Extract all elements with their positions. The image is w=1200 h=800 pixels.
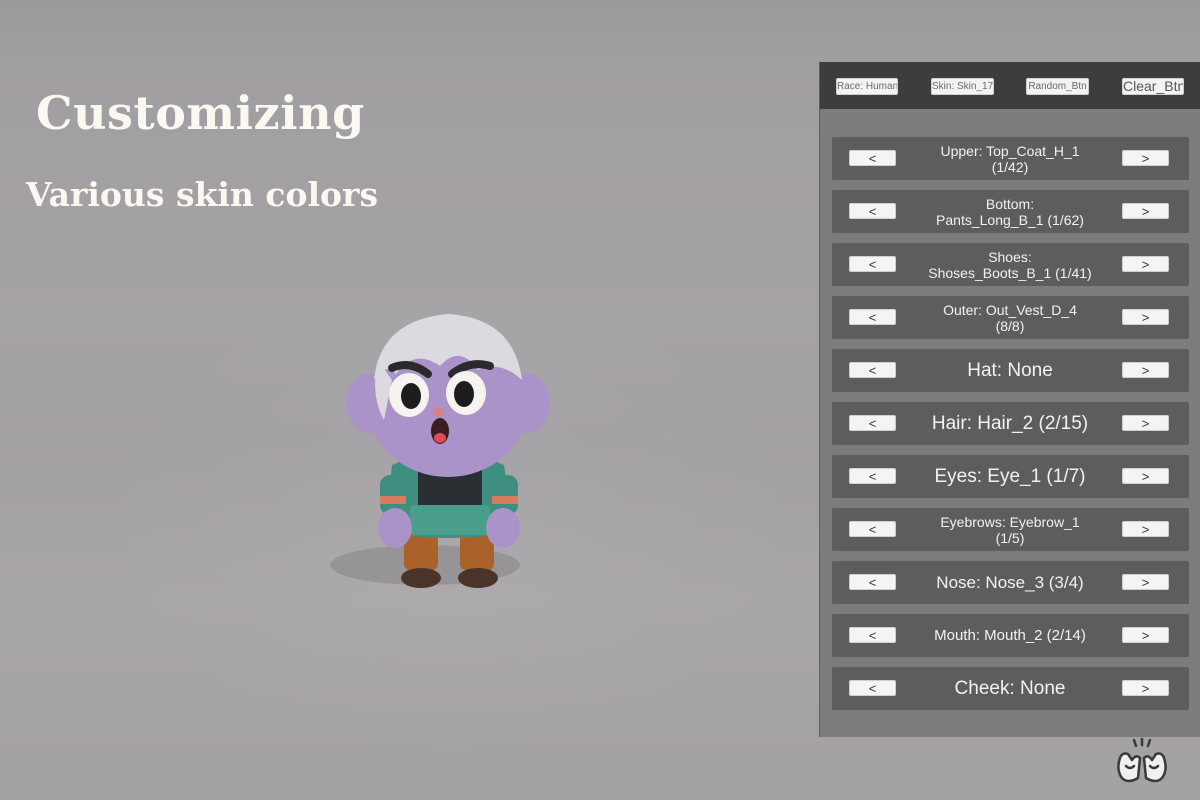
character-left-pupil xyxy=(401,383,421,409)
shoes-label: Shoes: Shoses_Boots_B_1 (1/41) xyxy=(928,248,1092,281)
outer-prev-button[interactable]: < xyxy=(849,309,896,325)
hair-row: < Hair: Hair_2 (2/15) > xyxy=(832,402,1189,445)
outer-row: < Outer: Out_Vest_D_4 (8/8) > xyxy=(832,296,1189,339)
character-coat-bottom xyxy=(410,505,490,535)
bottom-label: Bottom: Pants_Long_B_1 (1/62) xyxy=(936,195,1084,228)
subheadline: Various skin colors xyxy=(26,175,379,214)
upper-row: < Upper: Top_Coat_H_1 (1/42) > xyxy=(832,137,1189,180)
skin-button[interactable]: Skin: Skin_17 xyxy=(931,78,994,95)
character-right-hand xyxy=(486,508,520,548)
eyes-prev-button[interactable]: < xyxy=(849,468,896,484)
character-tongue xyxy=(434,433,446,443)
hat-label: Hat: None xyxy=(967,359,1053,381)
hair-prev-button[interactable]: < xyxy=(849,415,896,431)
character-nose xyxy=(433,407,443,417)
eyebrows-row: < Eyebrows: Eyebrow_1 (1/5) > xyxy=(832,508,1189,551)
hair-label: Hair: Hair_2 (2/15) xyxy=(931,412,1089,434)
shoes-row: < Shoes: Shoses_Boots_B_1 (1/41) > xyxy=(832,243,1189,286)
eyebrows-prev-button[interactable]: < xyxy=(849,521,896,537)
eyes-next-button[interactable]: > xyxy=(1122,468,1169,484)
mouth-prev-button[interactable]: < xyxy=(849,627,896,643)
nose-next-button[interactable]: > xyxy=(1122,574,1169,590)
hat-row: < Hat: None > xyxy=(832,349,1189,392)
hat-next-button[interactable]: > xyxy=(1122,362,1169,378)
outer-label: Outer: Out_Vest_D_4 (8/8) xyxy=(943,301,1077,334)
bottom-next-button[interactable]: > xyxy=(1122,203,1169,219)
customization-panel: Race: Human Skin: Skin_17 Random_Btn Cle… xyxy=(819,62,1200,737)
cheek-next-button[interactable]: > xyxy=(1122,680,1169,696)
top-toolbar: Race: Human Skin: Skin_17 Random_Btn Cle… xyxy=(820,62,1200,109)
bottom-prev-button[interactable]: < xyxy=(849,203,896,219)
mouth-row: < Mouth: Mouth_2 (2/14) > xyxy=(832,614,1189,657)
upper-label: Upper: Top_Coat_H_1 (1/42) xyxy=(940,142,1080,175)
character-right-cuff xyxy=(492,496,518,504)
random-button[interactable]: Random_Btn xyxy=(1026,78,1089,95)
character-left-boot xyxy=(401,568,441,588)
hat-prev-button[interactable]: < xyxy=(849,362,896,378)
cheek-prev-button[interactable]: < xyxy=(849,680,896,696)
outer-next-button[interactable]: > xyxy=(1122,309,1169,325)
mouth-next-button[interactable]: > xyxy=(1122,627,1169,643)
cheek-row: < Cheek: None > xyxy=(832,667,1189,710)
hands-logo-icon xyxy=(1117,738,1167,783)
hair-next-button[interactable]: > xyxy=(1122,415,1169,431)
character-right-boot xyxy=(458,568,498,588)
clear-button[interactable]: Clear_Btn xyxy=(1122,78,1184,95)
race-button[interactable]: Race: Human xyxy=(836,78,898,95)
nose-prev-button[interactable]: < xyxy=(849,574,896,590)
eyebrows-next-button[interactable]: > xyxy=(1122,521,1169,537)
eyes-row: < Eyes: Eye_1 (1/7) > xyxy=(832,455,1189,498)
upper-next-button[interactable]: > xyxy=(1122,150,1169,166)
headline: Customizing xyxy=(36,86,365,140)
character-preview xyxy=(330,314,550,588)
nose-label: Nose: Nose_3 (3/4) xyxy=(936,572,1084,592)
upper-prev-button[interactable]: < xyxy=(849,150,896,166)
cheek-label: Cheek: None xyxy=(954,677,1066,699)
bottom-row: < Bottom: Pants_Long_B_1 (1/62) > xyxy=(832,190,1189,233)
eyebrows-label: Eyebrows: Eyebrow_1 (1/5) xyxy=(940,513,1080,546)
character-left-hand xyxy=(378,508,412,548)
shoes-prev-button[interactable]: < xyxy=(849,256,896,272)
nose-row: < Nose: Nose_3 (3/4) > xyxy=(832,561,1189,604)
shoes-next-button[interactable]: > xyxy=(1122,256,1169,272)
eyes-label: Eyes: Eye_1 (1/7) xyxy=(934,465,1086,487)
mouth-label: Mouth: Mouth_2 (2/14) xyxy=(934,626,1086,644)
character-right-pupil xyxy=(454,381,474,407)
character-left-cuff xyxy=(380,496,406,504)
